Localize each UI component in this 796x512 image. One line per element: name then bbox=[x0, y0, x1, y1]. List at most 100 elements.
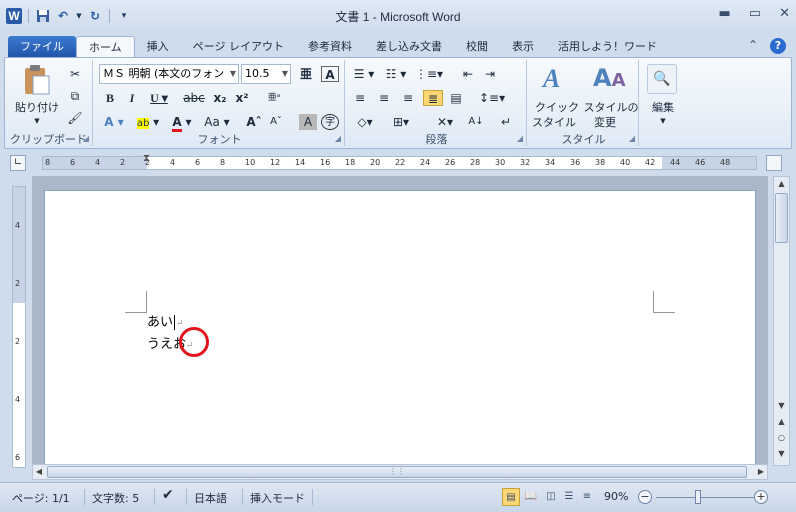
vertical-scrollbar[interactable]: ▲ ▼ ▲ ○ ▼ bbox=[773, 176, 790, 466]
phonetic-guide-icon[interactable]: 亜ᵃ bbox=[265, 90, 283, 106]
maximize-icon[interactable]: ▭ bbox=[749, 6, 761, 21]
numbering-icon[interactable]: ☷ ▾ bbox=[383, 66, 409, 82]
tab-view[interactable]: 表示 bbox=[500, 36, 546, 58]
editing-dropdown-icon[interactable]: ▼ bbox=[641, 114, 685, 129]
quick-styles-label-2[interactable]: スタイル bbox=[529, 115, 579, 130]
tab-selector[interactable]: ∟ bbox=[10, 155, 26, 171]
paste-dropdown-icon[interactable]: ▼ bbox=[15, 114, 59, 129]
scroll-down-icon[interactable]: ▼ bbox=[774, 399, 789, 413]
text-effects-icon[interactable]: A ▾ bbox=[101, 114, 127, 130]
font-size-combo[interactable]: 10.5 ▼ bbox=[241, 64, 291, 84]
tab-file[interactable]: ファイル bbox=[8, 36, 76, 58]
align-center-icon[interactable]: ≡ bbox=[375, 90, 393, 106]
quick-styles-icon[interactable]: A bbox=[543, 64, 573, 94]
change-styles-icon[interactable]: AA bbox=[593, 64, 627, 94]
increase-indent-icon[interactable]: ⇥ bbox=[481, 66, 499, 82]
zoom-out-icon[interactable]: − bbox=[638, 490, 652, 504]
print-layout-view-icon[interactable]: ▤ bbox=[502, 488, 520, 506]
justify-icon[interactable]: ≣ bbox=[423, 90, 443, 106]
language-indicator[interactable]: 日本語 bbox=[194, 490, 227, 506]
subscript-icon[interactable]: x₂ bbox=[211, 90, 229, 106]
horizontal-scrollbar[interactable]: ◀ ⋮⋮ ▶ bbox=[32, 464, 768, 480]
next-page-icon[interactable]: ▼ bbox=[774, 447, 789, 461]
scroll-right-icon[interactable]: ▶ bbox=[755, 465, 767, 479]
view-ruler-button[interactable] bbox=[766, 155, 782, 171]
tab-references[interactable]: 参考資料 bbox=[296, 36, 364, 58]
character-shading-icon[interactable]: A bbox=[299, 114, 317, 130]
align-right-icon[interactable]: ≡ bbox=[399, 90, 417, 106]
tab-mailings[interactable]: 差し込み文書 bbox=[364, 36, 454, 58]
underline-icon[interactable]: U ▾ bbox=[147, 90, 171, 106]
editing-label[interactable]: 編集 bbox=[641, 100, 685, 115]
sort-icon[interactable]: A↓ bbox=[467, 114, 485, 130]
zoom-level[interactable]: 90% bbox=[604, 490, 628, 503]
zoom-slider-thumb[interactable] bbox=[695, 490, 701, 504]
bold-icon[interactable]: B bbox=[101, 90, 119, 106]
vertical-ruler[interactable]: 4 2 2 4 6 bbox=[12, 186, 26, 468]
format-painter-icon[interactable]: 🖌 bbox=[67, 110, 83, 126]
quick-styles-label-1[interactable]: クイック bbox=[529, 100, 585, 115]
web-layout-icon[interactable]: ◫ bbox=[542, 488, 560, 506]
paragraph-launcher-icon[interactable]: ◢ bbox=[517, 134, 523, 143]
draft-view-icon[interactable]: ≡ bbox=[578, 488, 596, 506]
vertical-scroll-thumb[interactable] bbox=[775, 193, 788, 243]
tab-home[interactable]: ホーム bbox=[76, 36, 135, 58]
previous-page-icon[interactable]: ▲ bbox=[774, 415, 789, 429]
copy-icon[interactable]: ⧉ bbox=[67, 88, 83, 104]
minimize-ribbon-icon[interactable]: ⌃ bbox=[748, 38, 758, 54]
insert-mode-indicator[interactable]: 挿入モード bbox=[250, 490, 305, 506]
scroll-up-icon[interactable]: ▲ bbox=[774, 177, 789, 191]
change-case-icon[interactable]: Aa ▾ bbox=[203, 114, 231, 130]
italic-icon[interactable]: I bbox=[123, 90, 141, 106]
tab-review[interactable]: 校閲 bbox=[454, 36, 500, 58]
document-page[interactable]: あい ↵ うえお↵ bbox=[44, 190, 756, 466]
bullets-icon[interactable]: ☰ ▾ bbox=[351, 66, 377, 82]
font-name-combo[interactable]: ＭＳ 明朝 (本文のフォン ▼ bbox=[99, 64, 239, 84]
tab-page-layout[interactable]: ページ レイアウト bbox=[181, 36, 296, 58]
highlight-icon[interactable]: ab ▾ bbox=[135, 114, 161, 130]
borders-icon[interactable]: ⊞▾ bbox=[387, 114, 415, 130]
word-count[interactable]: 文字数: 5 bbox=[92, 490, 139, 506]
multilevel-list-icon[interactable]: ⋮≡▾ bbox=[415, 66, 443, 82]
close-icon[interactable]: ✕ bbox=[779, 6, 790, 21]
font-color-icon[interactable]: A ▾ bbox=[169, 114, 195, 132]
superscript-icon[interactable]: x² bbox=[233, 90, 251, 106]
enclosed-character-icon[interactable]: 字 bbox=[321, 114, 339, 130]
tab-insert[interactable]: 挿入 bbox=[135, 36, 181, 58]
clipboard-launcher-icon[interactable]: ◢ bbox=[83, 134, 89, 143]
full-screen-reading-icon[interactable]: 📖 bbox=[522, 488, 540, 506]
browse-object-icon[interactable]: ○ bbox=[774, 431, 789, 445]
cut-icon[interactable]: ✂ bbox=[67, 66, 83, 82]
asian-layout-icon[interactable]: ✕▾ bbox=[431, 114, 459, 130]
change-styles-label-1[interactable]: スタイルの bbox=[583, 100, 639, 115]
grow-font-size-icon[interactable]: Aˆ bbox=[245, 114, 263, 130]
decrease-indent-icon[interactable]: ⇤ bbox=[459, 66, 477, 82]
line-spacing-icon[interactable]: ↕≡▾ bbox=[479, 90, 505, 106]
styles-launcher-icon[interactable]: ◢ bbox=[629, 134, 635, 143]
font-launcher-icon[interactable]: ◢ bbox=[335, 134, 341, 143]
document-line-1[interactable]: あい ↵ bbox=[147, 311, 184, 330]
outline-view-icon[interactable]: ☰ bbox=[560, 488, 578, 506]
paste-label[interactable]: 貼り付け bbox=[15, 100, 59, 115]
page-indicator[interactable]: ページ: 1/1 bbox=[12, 490, 70, 506]
align-left-icon[interactable]: ≡ bbox=[351, 90, 369, 106]
show-marks-icon[interactable]: ↵ bbox=[497, 114, 515, 130]
minimize-icon[interactable]: ▬ bbox=[719, 6, 731, 21]
clear-format-icon[interactable]: A bbox=[321, 66, 339, 82]
zoom-in-icon[interactable]: + bbox=[754, 490, 768, 504]
help-icon[interactable]: ? bbox=[770, 38, 786, 54]
scroll-left-icon[interactable]: ◀ bbox=[33, 465, 45, 479]
shrink-font-size-icon[interactable]: Aˇ bbox=[267, 114, 285, 130]
indent-marker-icon[interactable]: ⧗ bbox=[143, 153, 150, 164]
horizontal-scroll-thumb[interactable]: ⋮⋮ bbox=[47, 466, 747, 478]
shading-icon[interactable]: ◇▾ bbox=[351, 114, 379, 130]
zoom-slider-track[interactable] bbox=[656, 497, 754, 498]
binoculars-icon[interactable]: 🔍 bbox=[647, 64, 677, 94]
distributed-icon[interactable]: ▤ bbox=[447, 90, 465, 106]
tab-addin[interactable]: 活用しよう！ワード bbox=[546, 36, 669, 58]
grow-font-icon[interactable]: 亜 bbox=[297, 66, 315, 82]
paste-icon[interactable] bbox=[21, 64, 51, 96]
horizontal-ruler[interactable]: 8 6 4 2 2 4 6 8 10 12 14 16 18 20 22 24 26 28 30 32 34 36 38 40… bbox=[42, 153, 757, 170]
proofing-icon[interactable]: ✔ bbox=[162, 487, 174, 503]
strikethrough-icon[interactable]: abc bbox=[181, 90, 207, 106]
